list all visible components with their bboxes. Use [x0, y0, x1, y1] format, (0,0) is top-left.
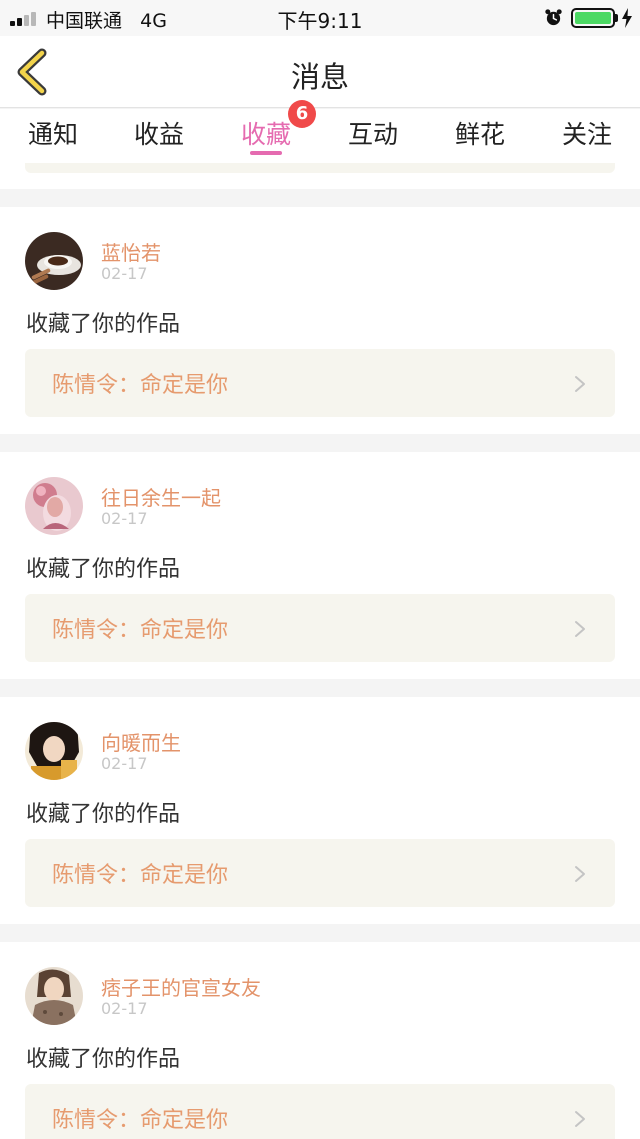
tab-earnings[interactable]: 收益 [106, 115, 212, 151]
tab-interactions[interactable]: 互动 [320, 115, 426, 151]
timestamp: 02-17 [101, 754, 148, 773]
list-item-partial [0, 163, 640, 189]
avatar[interactable] [25, 477, 83, 535]
status-bar: 中国联通 4G 下午9:11 [0, 0, 640, 36]
tab-notifications[interactable]: 通知 [0, 115, 106, 151]
active-tab-indicator [250, 151, 282, 155]
username[interactable]: 往日余生一起 [101, 482, 221, 511]
work-link[interactable]: 陈情令：命定是你 [25, 1084, 615, 1139]
battery-level [575, 12, 611, 24]
action-text: 收藏了你的作品 [26, 312, 181, 337]
action-text: 收藏了你的作品 [26, 802, 181, 827]
alarm-icon [545, 9, 562, 26]
timestamp: 02-17 [101, 264, 148, 283]
work-title: 陈情令：命定是你 [52, 618, 229, 643]
tab-follows[interactable]: 关注 [534, 115, 640, 151]
chevron-right-icon [575, 376, 585, 392]
work-link[interactable]: 陈情令：命定是你 [25, 594, 615, 662]
work-title: 陈情令：命定是你 [52, 1108, 229, 1133]
tab-bar: 通知 收益 收藏 互动 鲜花 关注 [0, 109, 640, 163]
action-text: 收藏了你的作品 [26, 557, 181, 582]
work-title: 陈情令：命定是你 [52, 863, 229, 888]
list-item: 痞子王的官宣女友 02-17 收藏了你的作品 陈情令：命定是你 [0, 942, 640, 1139]
tab-flowers[interactable]: 鲜花 [427, 115, 533, 151]
timestamp: 02-17 [101, 999, 148, 1018]
nav-bar: 消息 [0, 36, 640, 108]
username[interactable]: 向暖而生 [101, 727, 181, 756]
favorites-badge: 6 [288, 100, 316, 128]
back-button[interactable] [10, 48, 54, 96]
username[interactable]: 痞子王的官宣女友 [101, 972, 261, 1001]
avatar[interactable] [25, 232, 83, 290]
avatar[interactable] [25, 722, 83, 780]
battery-cap [615, 14, 618, 22]
work-link[interactable]: 陈情令：命定是你 [25, 839, 615, 907]
list-item: 向暖而生 02-17 收藏了你的作品 陈情令：命定是你 [0, 697, 640, 924]
username[interactable]: 蓝怡若 [101, 237, 161, 266]
charging-icon [622, 8, 632, 28]
chevron-right-icon [575, 621, 585, 637]
action-text: 收藏了你的作品 [26, 1047, 181, 1072]
work-title: 陈情令：命定是你 [52, 373, 229, 398]
battery-icon [571, 8, 615, 28]
timestamp: 02-17 [101, 509, 148, 528]
chevron-right-icon [575, 866, 585, 882]
work-link[interactable]: 陈情令：命定是你 [25, 349, 615, 417]
work-link-partial [25, 163, 615, 173]
list-item: 蓝怡若 02-17 收藏了你的作品 陈情令：命定是你 [0, 207, 640, 434]
chevron-left-icon [17, 48, 47, 96]
chevron-right-icon [575, 1111, 585, 1127]
avatar[interactable] [25, 967, 83, 1025]
list-item: 往日余生一起 02-17 收藏了你的作品 陈情令：命定是你 [0, 452, 640, 679]
page-title: 消息 [290, 60, 349, 94]
